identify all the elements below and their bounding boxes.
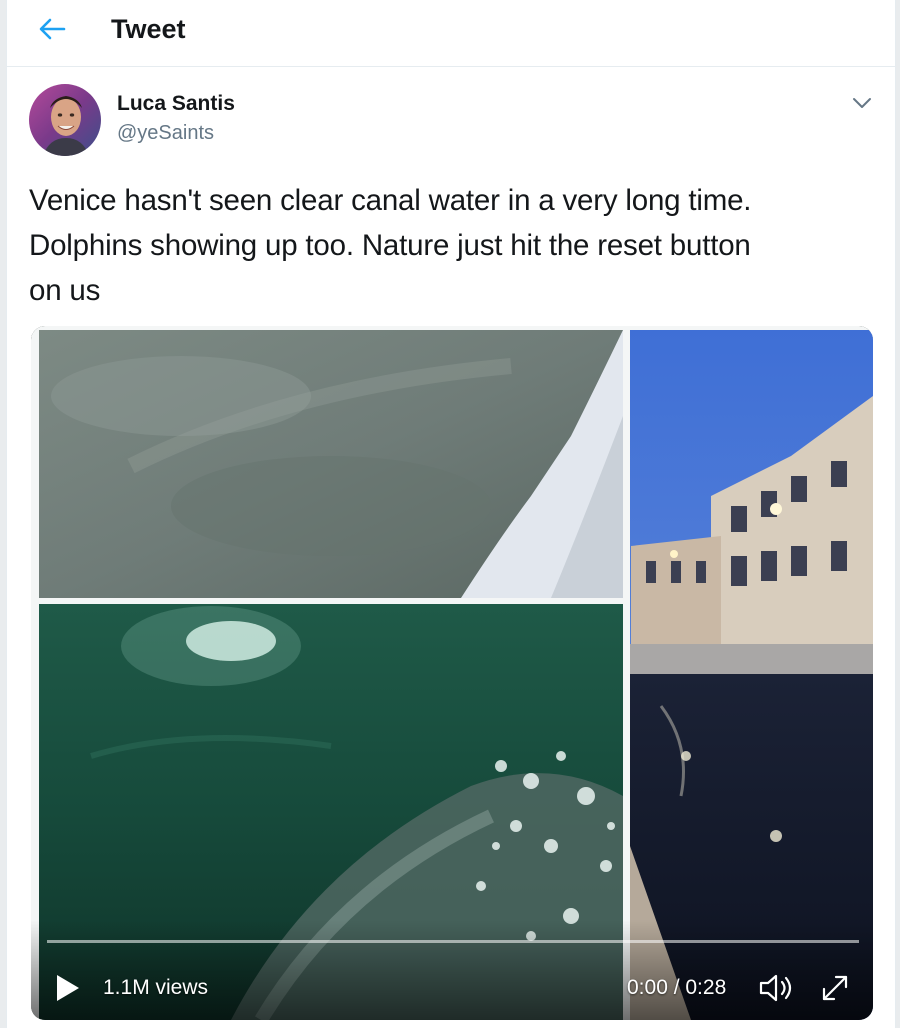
- avatar[interactable]: [29, 84, 101, 156]
- author-handle[interactable]: @yeSaints: [117, 122, 214, 145]
- play-icon: [57, 975, 79, 1001]
- chevron-down-icon: [853, 98, 871, 108]
- arrow-left-icon: [39, 18, 66, 40]
- video-thumbnail: [31, 326, 873, 1020]
- video-controls: 1.1M views 0:00 / 0:28: [31, 950, 873, 1020]
- fullscreen-icon: [822, 975, 848, 1001]
- view-count: 1.1M views: [103, 976, 209, 999]
- profile-photo-icon: [29, 84, 101, 156]
- page-header: Tweet: [7, 0, 895, 67]
- tweet-text: Venice hasn't seen clear canal water in …: [29, 184, 752, 307]
- tweet-page: Tweet Luca Santis @yeSaints Venice hasn'…: [6, 0, 896, 1028]
- back-button[interactable]: [29, 8, 75, 50]
- fullscreen-button[interactable]: [817, 970, 853, 1006]
- volume-icon: [759, 974, 792, 1002]
- volume-button[interactable]: [757, 970, 797, 1006]
- author-name[interactable]: Luca Santis: [117, 92, 235, 116]
- video-player[interactable]: 1.1M views 0:00 / 0:28: [31, 326, 873, 1020]
- page-title: Tweet: [111, 14, 186, 44]
- play-button[interactable]: [53, 972, 83, 1004]
- tweet-menu-button[interactable]: [845, 88, 879, 118]
- video-progress-bar[interactable]: [47, 940, 859, 943]
- video-time: 0:00 / 0:28: [627, 976, 727, 999]
